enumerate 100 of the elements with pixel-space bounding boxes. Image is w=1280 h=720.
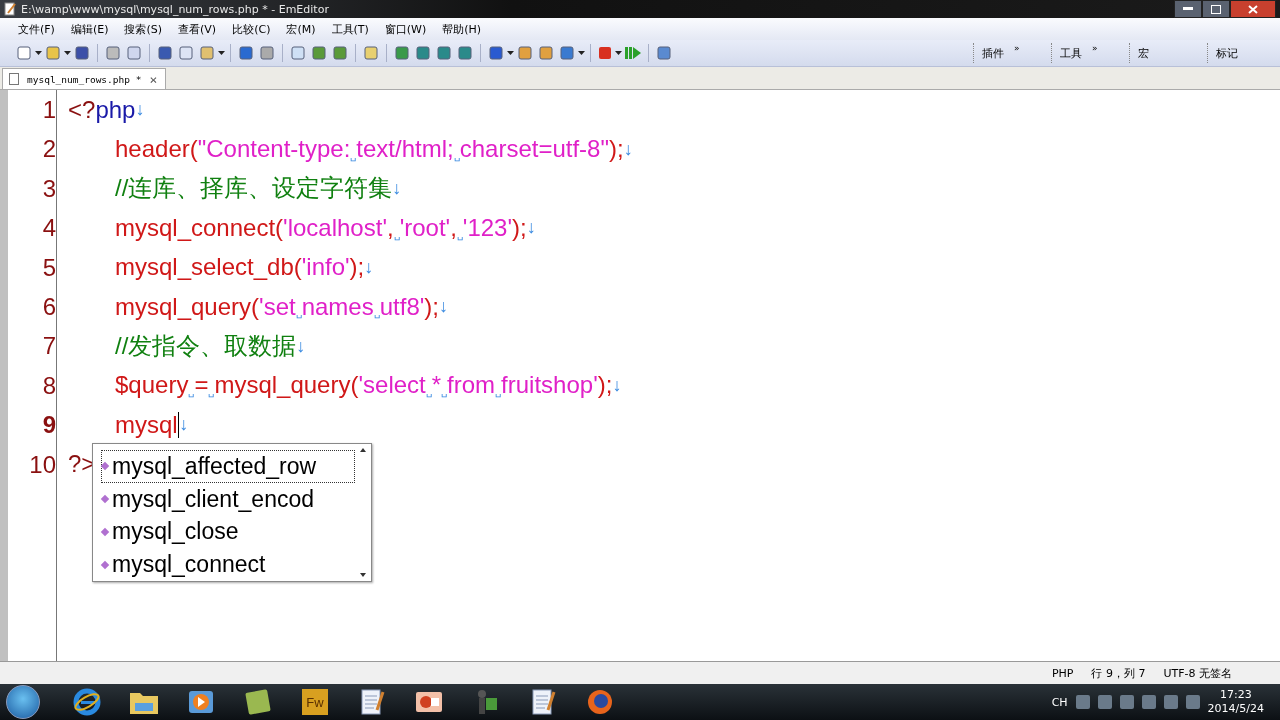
caret-icon[interactable] [35,51,42,55]
code-text: names [301,292,374,321]
browser-e-icon[interactable] [73,688,101,716]
firefox-icon[interactable] [586,688,614,716]
caret-icon[interactable] [615,51,622,55]
window-title: E:\wamp\www\mysql\mysql_num_rows.php * - EmEditor [21,2,330,16]
scroll-up-icon[interactable] [360,448,366,452]
line-end-mark: ↓ [439,296,448,318]
menu-item[interactable]: 编辑(E) [62,19,117,39]
code-text: 'localhost' [283,213,387,242]
code-text: //发指令、取数据 [115,331,297,362]
line-end-mark: ↓ [526,217,536,239]
code-text: ); [512,213,527,242]
scroll-down-icon[interactable] [360,573,366,577]
line-number: 10 [28,449,56,480]
code-text: <? [68,95,96,124]
line-end-mark: ↓ [612,374,622,396]
clock-time[interactable]: 17:23 [1219,688,1252,702]
cursor-position: 行 9，列 7 [1091,665,1146,681]
space-mark: ␣ [441,386,448,398]
code-text: ); [424,292,439,321]
line-number: 3 [41,173,56,204]
caret-icon[interactable] [507,51,514,55]
code-text: 'set [259,292,296,321]
maximize-button[interactable] [1202,0,1230,18]
code-text: ); [349,253,365,282]
menu-item[interactable]: 文件(F) [10,19,63,39]
line-number: 8 [41,370,56,401]
code-text: mysql [115,410,178,439]
code-text: 'root' [399,213,451,242]
toolbar-label[interactable]: 插件 [982,45,1004,61]
tab-label: mysql_num_rows.php * [27,73,142,85]
code-text: mysql_query( [214,371,359,400]
menu-item[interactable]: 搜索(S) [116,19,171,39]
code-text: "Content-type: [197,135,351,164]
code-text: from [447,371,496,400]
leaf-tile-icon[interactable] [244,688,272,716]
code-text: header( [115,135,198,164]
document-pencil-icon [4,2,16,16]
text-cursor [177,411,180,438]
code-text: = [194,371,209,400]
space-mark: ␣ [425,386,432,398]
chevron-icon[interactable]: » [1014,43,1020,53]
autocomplete-item[interactable]: mysql_close [101,515,355,549]
space-mark: ␣ [188,386,195,398]
code-text: utf8' [379,292,425,321]
minimize-icon [1183,7,1193,11]
code-text: mysql_select_db( [115,253,302,282]
space-mark: ␣ [393,228,400,240]
fireworks-icon[interactable]: Fw [302,689,328,715]
caret-icon[interactable] [578,51,585,55]
menu-item[interactable]: 比较(C) [224,19,279,39]
chevron-icon[interactable]: » [1092,43,1098,53]
menu-item[interactable]: 窗口(W) [376,19,435,39]
stop-icon[interactable] [598,46,612,60]
code-text: mysql_connect( [115,213,284,242]
autocomplete-item[interactable]: mysql_connect [101,548,355,581]
space-mark: ␣ [373,307,380,319]
minimize-button[interactable] [1174,0,1202,18]
close-button[interactable] [1230,0,1276,18]
space-mark: ␣ [350,149,357,161]
menu-item[interactable]: 帮助(H) [434,19,490,39]
space-mark: ␣ [453,149,460,161]
menu-item[interactable]: 查看(V) [170,19,225,39]
menu-item[interactable]: 宏(M) [278,19,324,39]
line-number: 5 [41,252,56,283]
code-text: , [450,213,457,242]
autocomplete-item[interactable]: mysql_client_encod [101,482,355,516]
autocomplete-item[interactable]: mysql_affected_row [101,450,355,483]
menu-item[interactable]: 工具(T) [323,19,377,39]
line-end-mark: ↓ [179,414,189,436]
space-mark: ␣ [295,307,302,319]
clock-date[interactable]: 2014/5/24 [1207,702,1264,716]
notepad-icon[interactable] [359,688,385,716]
code-text: 'select [358,371,426,400]
code-text: mysql_query( [115,292,260,321]
line-end-mark: ↓ [364,256,374,278]
code-text: php [95,95,136,124]
code-text: fruitshop' [501,371,598,400]
space-mark: ␣ [495,386,502,398]
caret-icon[interactable] [218,51,225,55]
toolbar-label[interactable]: 工具 [1060,45,1082,61]
code-text: 'info' [301,253,350,282]
line-number: 9 [41,410,56,441]
space-mark: ␣ [456,228,463,240]
file-tab[interactable]: mysql_num_rows.php * × [2,68,167,89]
line-number: 7 [41,331,56,362]
input-method[interactable]: CH [1051,695,1068,709]
toolbar-label[interactable]: 标记 [1216,45,1238,61]
line-number: 6 [41,291,56,322]
line-number: 1 [41,95,56,125]
space-mark: ␣ [208,386,215,398]
notepad-icon[interactable] [530,688,556,716]
line-end-mark: ↓ [296,335,306,357]
toolbar-label[interactable]: 宏 [1138,45,1149,61]
media-player-icon[interactable] [187,688,215,716]
caret-icon[interactable] [64,51,71,55]
code-text: ); [608,135,624,164]
close-icon[interactable]: × [149,71,158,87]
start-button[interactable] [6,685,40,719]
